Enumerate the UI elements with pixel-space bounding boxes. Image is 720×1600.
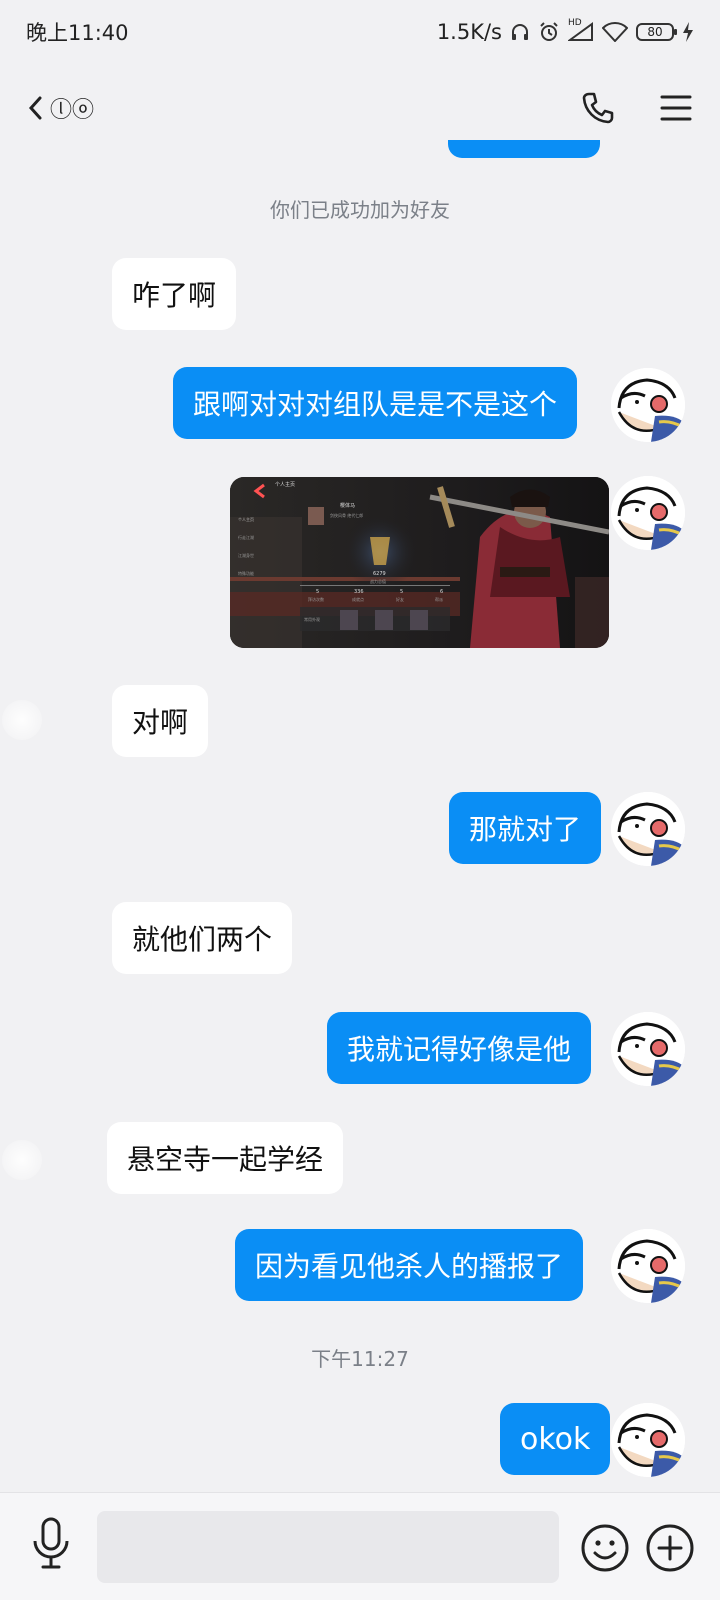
emoji-icon[interactable] [580,1523,630,1573]
decorative-smudge [2,1140,42,1180]
avatar-face-icon [611,792,685,866]
image-stat-2-label: 成就点 [352,596,364,602]
input-bar [0,1492,720,1600]
contact-name[interactable]: ⓛⓞ [50,92,94,124]
decorative-smudge [2,700,42,740]
image-player-name: 樱体马 [340,502,355,509]
image-stat-3-value: 5 [400,589,403,595]
image-stat-1-label: 拜访次数 [308,596,324,602]
avatar[interactable] [611,1229,685,1303]
avatar[interactable] [611,1012,685,1086]
avatar[interactable] [611,476,685,550]
avatar-face-icon [611,368,685,442]
status-icons: 1.5K/s HD 80 [436,18,694,44]
wifi-icon [602,22,628,42]
message-input[interactable] [97,1511,559,1583]
image-score: 6279 [373,571,386,577]
image-stat-3-label: 好友 [396,596,404,602]
message-bubble-outgoing[interactable]: okok [500,1403,611,1475]
plus-icon[interactable] [645,1523,695,1573]
headphones-icon [510,22,530,42]
avatar-face-icon [611,1403,685,1477]
avatar-face-icon [611,1229,685,1303]
battery-level: 80 [647,25,663,39]
message-bubble-incoming[interactable]: 就他们两个 [112,902,293,974]
image-score-label: 战力总值 [370,578,386,584]
time-divider: 下午11:27 [311,1347,409,1371]
net-speed: 1.5K/s [436,20,502,44]
hd-label: HD [568,18,582,28]
image-stat-4-label: 帮派 [435,596,443,602]
alarm-icon [538,21,560,43]
hamburger-menu-icon[interactable] [656,88,696,128]
phone-icon[interactable] [578,88,618,128]
message-bubble-outgoing[interactable]: 因为看见他杀人的播报了 [235,1229,584,1301]
hd-signal-icon: HD [568,18,594,42]
message-bubble-incoming[interactable]: 咋了啊 [112,258,237,330]
chat-header: ⓛⓞ [0,76,720,140]
image-menu-1: 个人主页 [238,516,254,522]
image-menu-3: 江湖身世 [238,552,254,558]
avatar[interactable] [611,792,685,866]
battery-icon: 80 [636,23,677,41]
system-message-friend-added: 你们已成功加为好友 [270,198,450,222]
microphone-icon[interactable] [28,1513,74,1575]
previous-message-bubble [448,140,600,158]
charging-icon [682,22,694,42]
avatar[interactable] [611,368,685,442]
image-sub-line: 剑侠风骨 绝代仁郎 [330,512,363,518]
message-bubble-outgoing[interactable]: 跟啊对对对组队是是不是这个 [173,367,578,439]
status-time: 晚上11:40 [26,21,129,45]
message-bubble-incoming[interactable]: 悬空寺一起学经 [107,1122,344,1194]
image-menu-4: 特殊功能 [238,570,254,576]
avatar-face-icon [611,476,685,550]
back-arrow-icon[interactable] [24,88,46,128]
message-bubble-outgoing[interactable]: 我就记得好像是他 [327,1012,592,1084]
status-bar: 晚上11:40 1.5K/s HD 80 [0,0,720,64]
avatar[interactable] [611,1403,685,1477]
image-stat-2-value: 336 [354,589,364,595]
header-actions [578,88,696,128]
image-title: 个人主页 [275,481,295,488]
image-stat-1-value: 5 [316,589,319,595]
message-bubble-outgoing[interactable]: 那就对了 [449,792,602,864]
message-bubble-incoming[interactable]: 对啊 [112,685,209,757]
header-left: ⓛⓞ [24,88,94,128]
image-menu-2: 行走江湖 [238,534,254,540]
image-message[interactable]: 个人主页 个人主页 行走江湖 江湖身世 特殊功能 樱体马 剑侠风骨 绝代仁郎 6… [230,477,609,648]
avatar-face-icon [611,1012,685,1086]
image-stat-4-value: 6 [440,589,443,595]
image-bottom-label: 常用外观 [304,616,320,622]
